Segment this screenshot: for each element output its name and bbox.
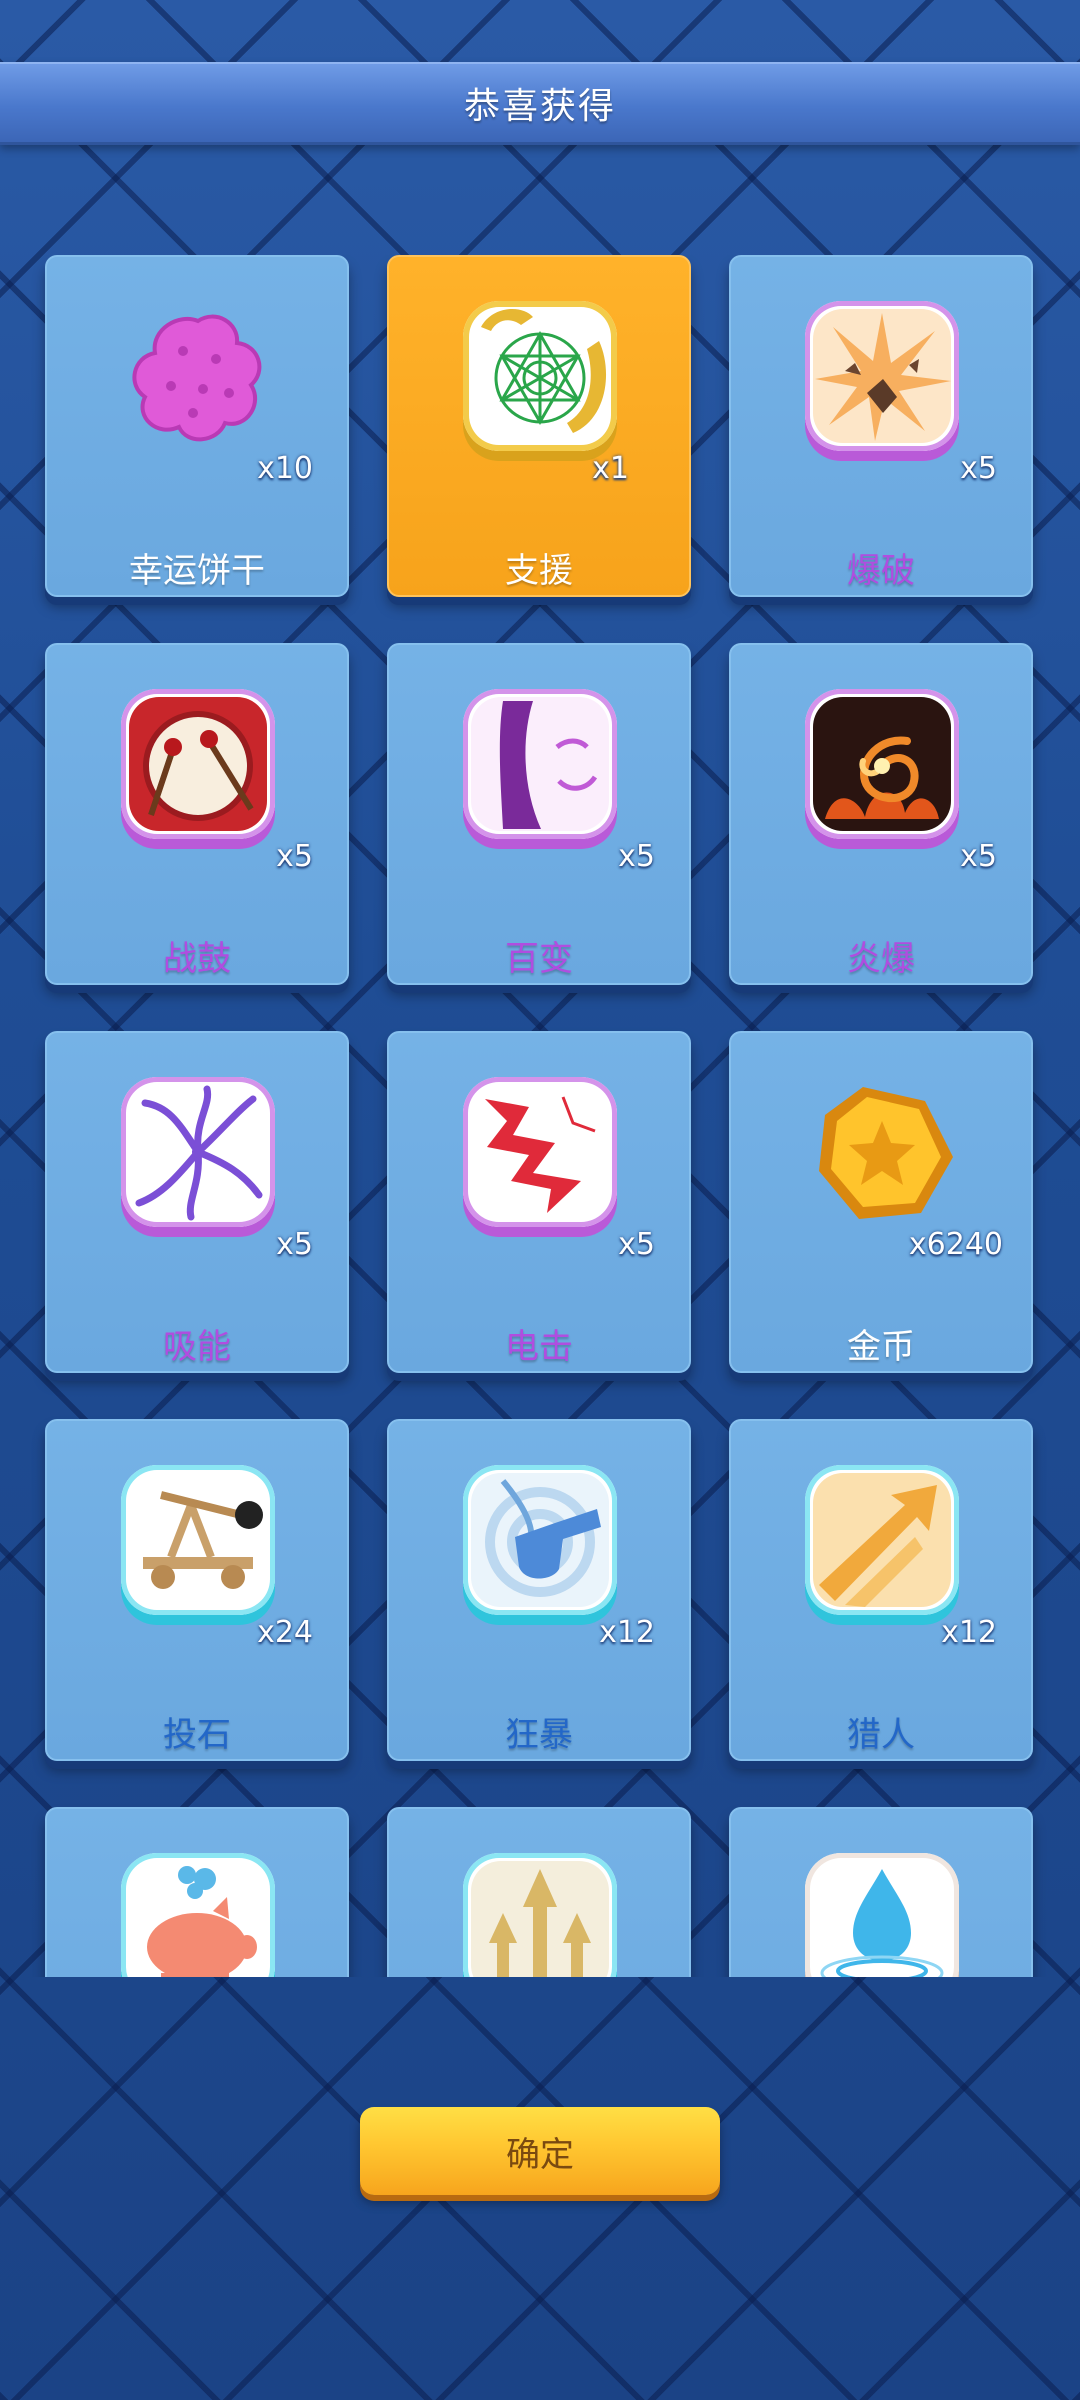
item-name: 狂暴 xyxy=(505,1715,573,1755)
item-count: x12 xyxy=(599,1615,655,1650)
item-count: x5 xyxy=(276,1227,313,1262)
reward-card-water-drop[interactable] xyxy=(729,1807,1033,1977)
reward-card-blast[interactable]: x5 爆破 xyxy=(729,255,1033,597)
item-count: x5 xyxy=(276,839,313,874)
item-name: 电击 xyxy=(505,1327,573,1367)
item-name: 炎爆 xyxy=(847,939,915,979)
item-name: 百变 xyxy=(505,939,573,979)
item-name: 吸能 xyxy=(163,1327,231,1367)
hunter-icon xyxy=(805,1465,959,1615)
reward-card-lucky-cookie[interactable]: x10 幸运饼干 xyxy=(45,255,349,597)
item-name: 金币 xyxy=(847,1327,915,1367)
reward-card-lightning[interactable]: x5 电击 xyxy=(387,1031,691,1373)
reward-card-hunter[interactable]: x12 猎人 xyxy=(729,1419,1033,1761)
berserk-icon xyxy=(463,1465,617,1615)
item-count: x12 xyxy=(941,1615,997,1650)
reward-card-berserk[interactable]: x12 狂暴 xyxy=(387,1419,691,1761)
lightning-icon xyxy=(463,1077,617,1227)
catapult-icon xyxy=(121,1465,275,1615)
reward-card-arrows-up[interactable] xyxy=(387,1807,691,1977)
lucky-cookie-icon xyxy=(121,301,275,451)
item-count: x6240 xyxy=(908,1227,1003,1262)
blast-icon xyxy=(805,301,959,451)
item-name: 战鼓 xyxy=(163,939,231,979)
war-drum-icon xyxy=(121,689,275,839)
gold-coin-icon xyxy=(805,1077,959,1227)
reward-card-support[interactable]: x1 支援 xyxy=(387,255,691,597)
confirm-label: 确定 xyxy=(506,2134,574,2175)
page-title: 恭喜获得 xyxy=(463,86,616,127)
item-count: x10 xyxy=(257,451,313,486)
reward-card-fire-blast[interactable]: x5 炎爆 xyxy=(729,643,1033,985)
item-name: 支援 xyxy=(505,551,573,591)
item-count: x5 xyxy=(618,839,655,874)
item-count: x24 xyxy=(257,1615,313,1650)
item-count: x1 xyxy=(592,451,629,486)
reward-card-absorb[interactable]: x5 吸能 xyxy=(45,1031,349,1373)
reward-card-gold-coin[interactable]: x6240 金币 xyxy=(729,1031,1033,1373)
reward-card-mask[interactable]: x5 百变 xyxy=(387,643,691,985)
item-count: x5 xyxy=(618,1227,655,1262)
absorb-icon xyxy=(121,1077,275,1227)
item-count: x5 xyxy=(960,839,997,874)
support-icon xyxy=(463,301,617,451)
reward-card-catapult[interactable]: x24 投石 xyxy=(45,1419,349,1761)
water-drop-icon xyxy=(805,1853,959,1977)
arrows-up-icon xyxy=(463,1853,617,1977)
piggy-bank-icon xyxy=(121,1853,275,1977)
item-name: 投石 xyxy=(163,1715,231,1755)
fire-blast-icon xyxy=(805,689,959,839)
mask-icon xyxy=(463,689,617,839)
item-name: 幸运饼干 xyxy=(129,551,265,591)
item-name: 爆破 xyxy=(847,551,915,591)
confirm-button[interactable]: 确定 xyxy=(360,2107,720,2195)
reward-grid[interactable]: x10 幸运饼干 x1 支援 x5 爆破 x5 战鼓 x5 百变 x5 炎爆 x… xyxy=(0,255,1080,1977)
reward-card-piggy-bank[interactable] xyxy=(45,1807,349,1977)
reward-title-bar: 恭喜获得 xyxy=(0,62,1080,145)
reward-card-war-drum[interactable]: x5 战鼓 xyxy=(45,643,349,985)
item-name: 猎人 xyxy=(847,1715,915,1755)
item-count: x5 xyxy=(960,451,997,486)
